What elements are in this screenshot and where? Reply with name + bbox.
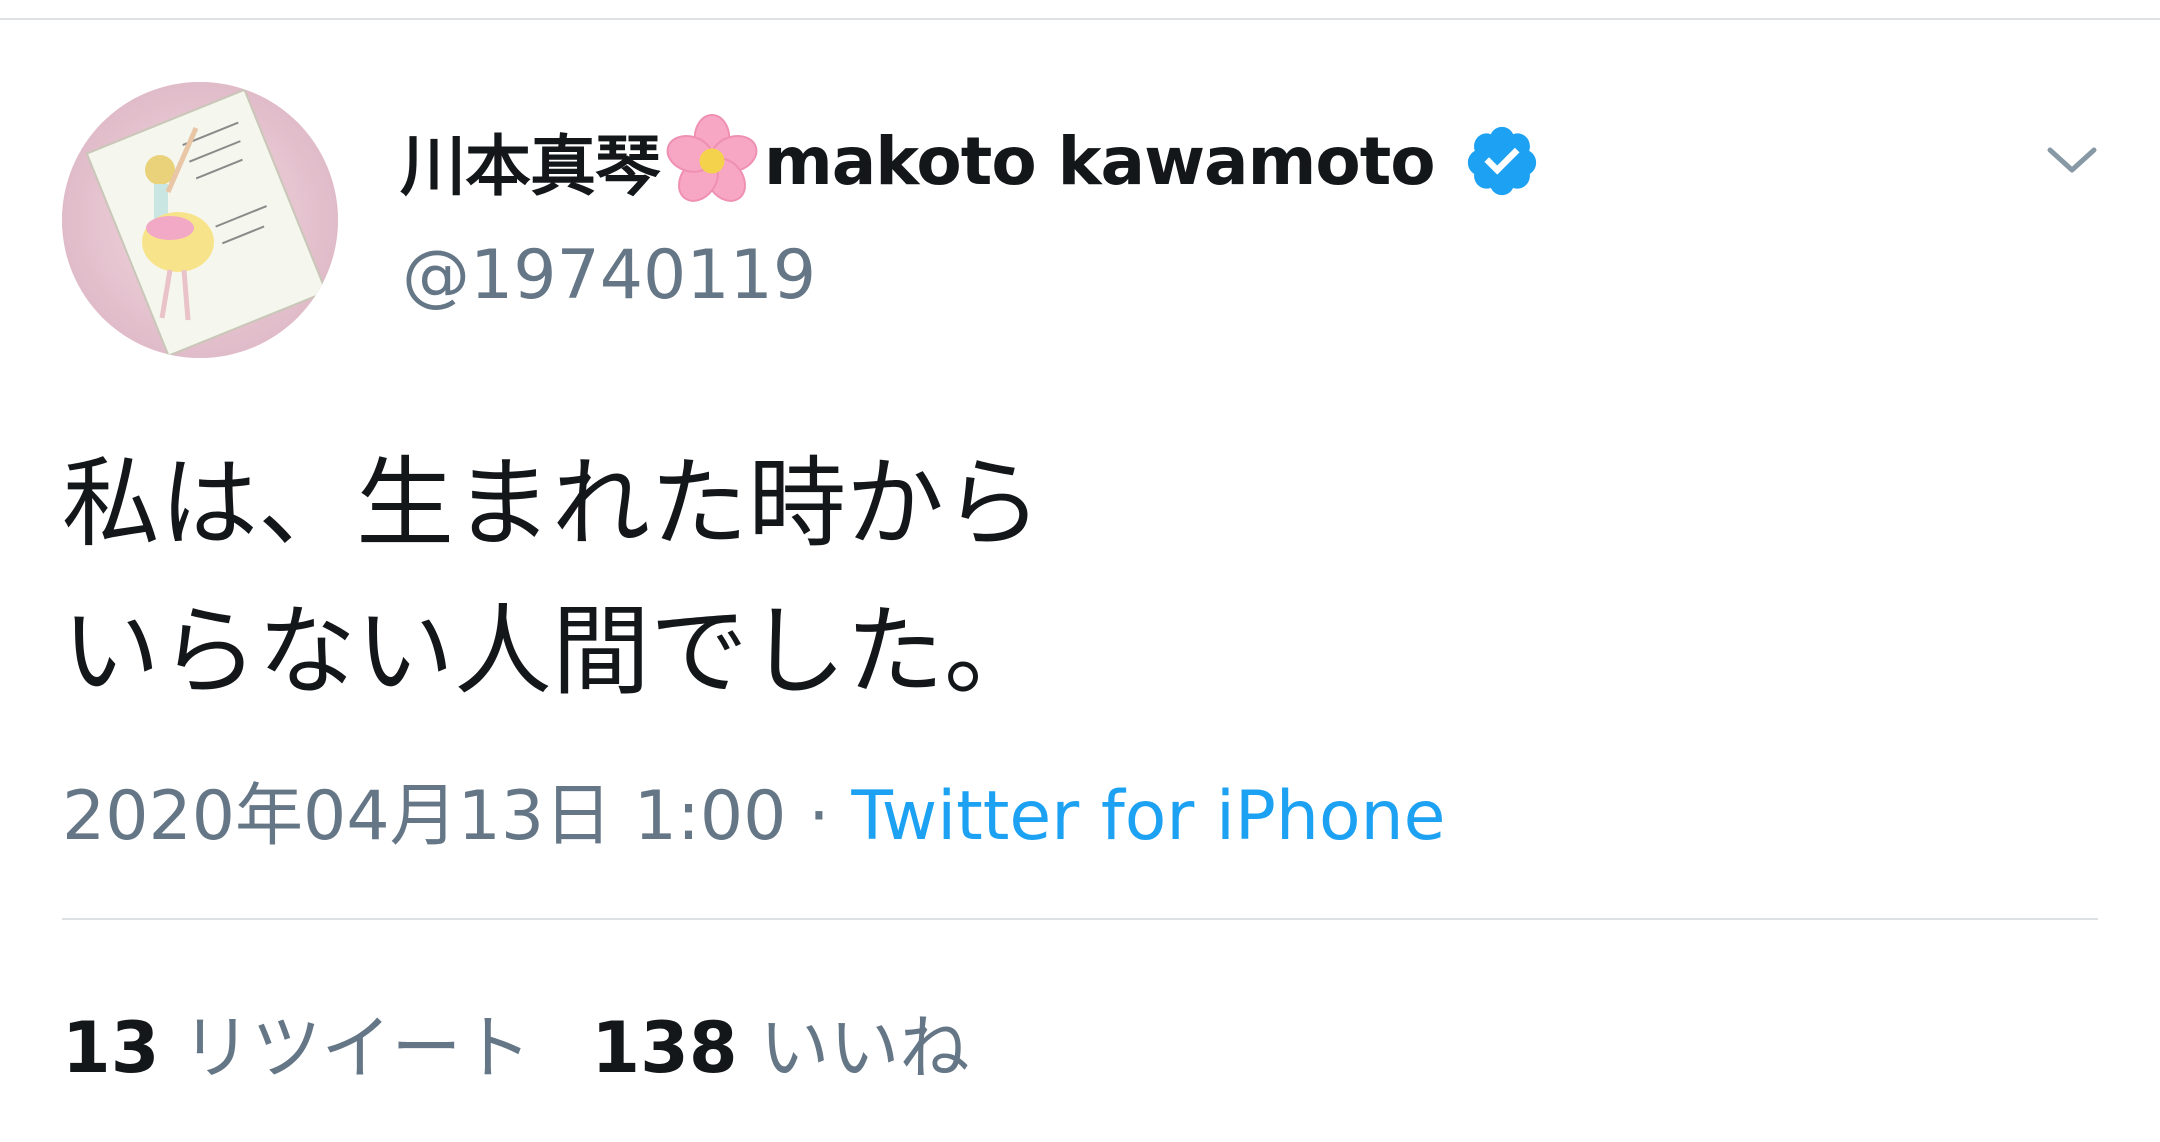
- author-handle[interactable]: @19740119: [402, 236, 816, 315]
- tweet-stats: 13 リツイート 138 いいね: [62, 992, 1030, 1093]
- verified-badge-icon: [1467, 126, 1536, 196]
- stats-divider: [62, 918, 2098, 920]
- chevron-down-icon[interactable]: [2040, 128, 2104, 192]
- cherry-blossom-emoji-icon: [666, 113, 758, 202]
- likes-stat[interactable]: 138 いいね: [591, 992, 969, 1093]
- tweet-text-line: いらない人間でした。: [62, 595, 1043, 709]
- retweets-stat[interactable]: 13 リツイート: [62, 992, 531, 1093]
- display-name-text: 川本真琴: [400, 128, 661, 205]
- tweet-text-line: 私は、生まれた時から: [62, 447, 1043, 561]
- avatar-image: [62, 82, 338, 358]
- author-name-row[interactable]: 川本真琴 makoto kawamoto: [400, 106, 1541, 216]
- retweets-count: 13: [62, 1007, 160, 1089]
- tweet-source-link[interactable]: Twitter for iPhone: [851, 777, 1445, 856]
- display-name-latin-text: makoto kawamoto: [764, 122, 1436, 200]
- likes-label: いいね: [759, 1007, 970, 1089]
- meta-separator: ·: [808, 777, 830, 856]
- tweet-meta: 2020年04月13日 1:00 · Twitter for iPhone: [62, 760, 1445, 859]
- author-avatar[interactable]: [62, 82, 338, 358]
- tweet-timestamp[interactable]: 2020年04月13日 1:00: [62, 777, 786, 856]
- tweet-text: 私は、生まれた時から いらない人間でした。: [62, 430, 2102, 726]
- retweets-label: リツイート: [181, 1007, 532, 1089]
- likes-count: 138: [591, 1007, 738, 1089]
- tweet-card: 川本真琴 makoto kawamoto @19740119 私は、生まれた時か…: [0, 0, 2160, 1142]
